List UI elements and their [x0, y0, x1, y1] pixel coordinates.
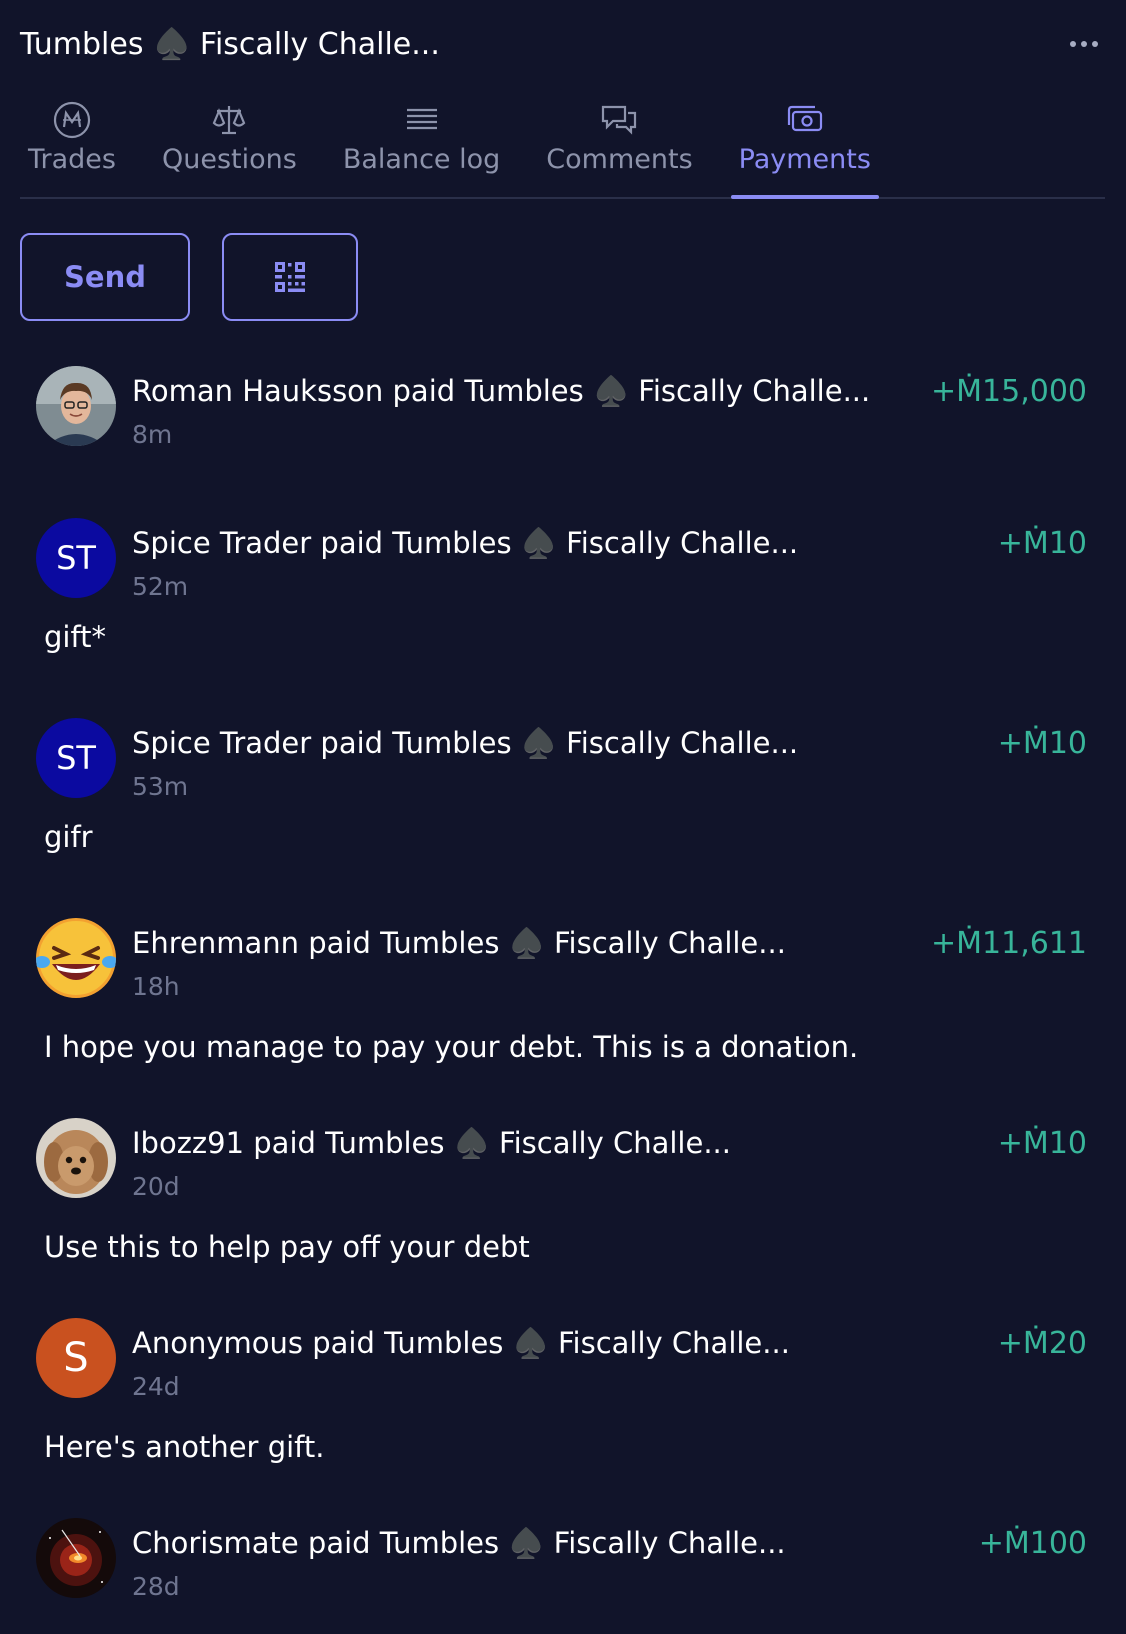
tab-comments-label: Comments: [546, 144, 693, 175]
qr-code-icon: [275, 262, 305, 292]
tab-questions-label: Questions: [162, 144, 297, 175]
tab-payments[interactable]: Payments: [730, 96, 880, 199]
payments-page: Tumbles ♠️ Fiscally Challe... Trades Que…: [0, 0, 1126, 1634]
qr-code-button[interactable]: [222, 233, 358, 321]
tab-questions[interactable]: Questions: [154, 96, 305, 197]
payment-amount: +Ṁ20: [997, 1326, 1087, 1361]
payment-amount: +Ṁ10: [997, 526, 1087, 561]
payments-icon: [785, 100, 825, 140]
payment-item: Ibozz91 paid Tumbles ♠️ Fiscally Challe.…: [0, 1118, 1126, 1318]
payment-time: 8m: [132, 420, 173, 449]
payment-amount: +Ṁ10: [997, 726, 1087, 761]
payment-item: Chorismate paid Tumbles ♠️ Fiscally Chal…: [0, 1518, 1126, 1618]
laughing-emoji-icon: [36, 918, 116, 998]
payment-time: 52m: [132, 572, 189, 601]
payment-description: Anonymous paid Tumbles ♠️ Fiscally Chall…: [132, 1326, 790, 1360]
page-title: Tumbles ♠️ Fiscally Challe...: [20, 26, 440, 62]
list-icon: [402, 100, 442, 140]
payment-time: 24d: [132, 1372, 180, 1401]
payment-amount: +Ṁ100: [978, 1526, 1087, 1561]
scale-icon: [209, 100, 249, 140]
tab-bar: Trades Questions Balance log Comments Pa…: [20, 96, 1105, 199]
payment-amount: +Ṁ15,000: [931, 374, 1087, 409]
payment-item: ST Spice Trader paid Tumbles ♠️ Fiscally…: [0, 718, 1126, 918]
action-buttons: Send: [20, 233, 358, 321]
more-options-icon[interactable]: [1062, 24, 1106, 64]
payment-time: 53m: [132, 772, 189, 801]
payment-amount: +Ṁ10: [997, 1126, 1087, 1161]
payment-item: Ehrenmann paid Tumbles ♠️ Fiscally Chall…: [0, 918, 1126, 1118]
payment-note: Here's another gift.: [44, 1430, 325, 1464]
payments-feed: Roman Hauksson paid Tumbles ♠️ Fiscally …: [0, 366, 1126, 1618]
avatar[interactable]: [36, 1118, 116, 1198]
payment-note: gift*: [44, 620, 107, 654]
payment-time: 18h: [132, 972, 180, 1001]
avatar[interactable]: ST: [36, 518, 116, 598]
tab-balance-log[interactable]: Balance log: [335, 96, 508, 197]
payment-description: Chorismate paid Tumbles ♠️ Fiscally Chal…: [132, 1526, 786, 1560]
payment-note: gifr: [44, 820, 93, 854]
payment-description: Spice Trader paid Tumbles ♠️ Fiscally Ch…: [132, 526, 799, 560]
payment-description: Roman Hauksson paid Tumbles ♠️ Fiscally …: [132, 374, 871, 408]
mana-coin-icon: [52, 100, 92, 140]
tab-comments[interactable]: Comments: [538, 96, 700, 197]
payment-time: 28d: [132, 1572, 180, 1601]
avatar[interactable]: S: [36, 1318, 116, 1398]
payment-item: Roman Hauksson paid Tumbles ♠️ Fiscally …: [0, 366, 1126, 518]
payment-amount: +Ṁ11,611: [931, 926, 1087, 961]
payment-description: Ehrenmann paid Tumbles ♠️ Fiscally Chall…: [132, 926, 786, 960]
payment-description: Spice Trader paid Tumbles ♠️ Fiscally Ch…: [132, 726, 799, 760]
payment-item: S Anonymous paid Tumbles ♠️ Fiscally Cha…: [0, 1318, 1126, 1518]
payment-description: Ibozz91 paid Tumbles ♠️ Fiscally Challe.…: [132, 1126, 731, 1160]
tab-payments-label: Payments: [738, 144, 871, 175]
send-button[interactable]: Send: [20, 233, 190, 321]
payment-time: 20d: [132, 1172, 180, 1201]
tab-trades-label: Trades: [28, 144, 116, 175]
tab-balance-log-label: Balance log: [342, 144, 501, 175]
payment-note: Use this to help pay off your debt: [44, 1230, 530, 1264]
avatar[interactable]: [36, 366, 116, 446]
chat-bubbles-icon: [599, 100, 639, 140]
avatar[interactable]: ST: [36, 718, 116, 798]
avatar[interactable]: [36, 1518, 116, 1598]
tab-trades[interactable]: Trades: [20, 96, 124, 197]
avatar[interactable]: [36, 918, 116, 998]
header: Tumbles ♠️ Fiscally Challe...: [20, 22, 1106, 66]
payment-item: ST Spice Trader paid Tumbles ♠️ Fiscally…: [0, 518, 1126, 718]
payment-note: I hope you manage to pay your debt. This…: [44, 1030, 859, 1064]
